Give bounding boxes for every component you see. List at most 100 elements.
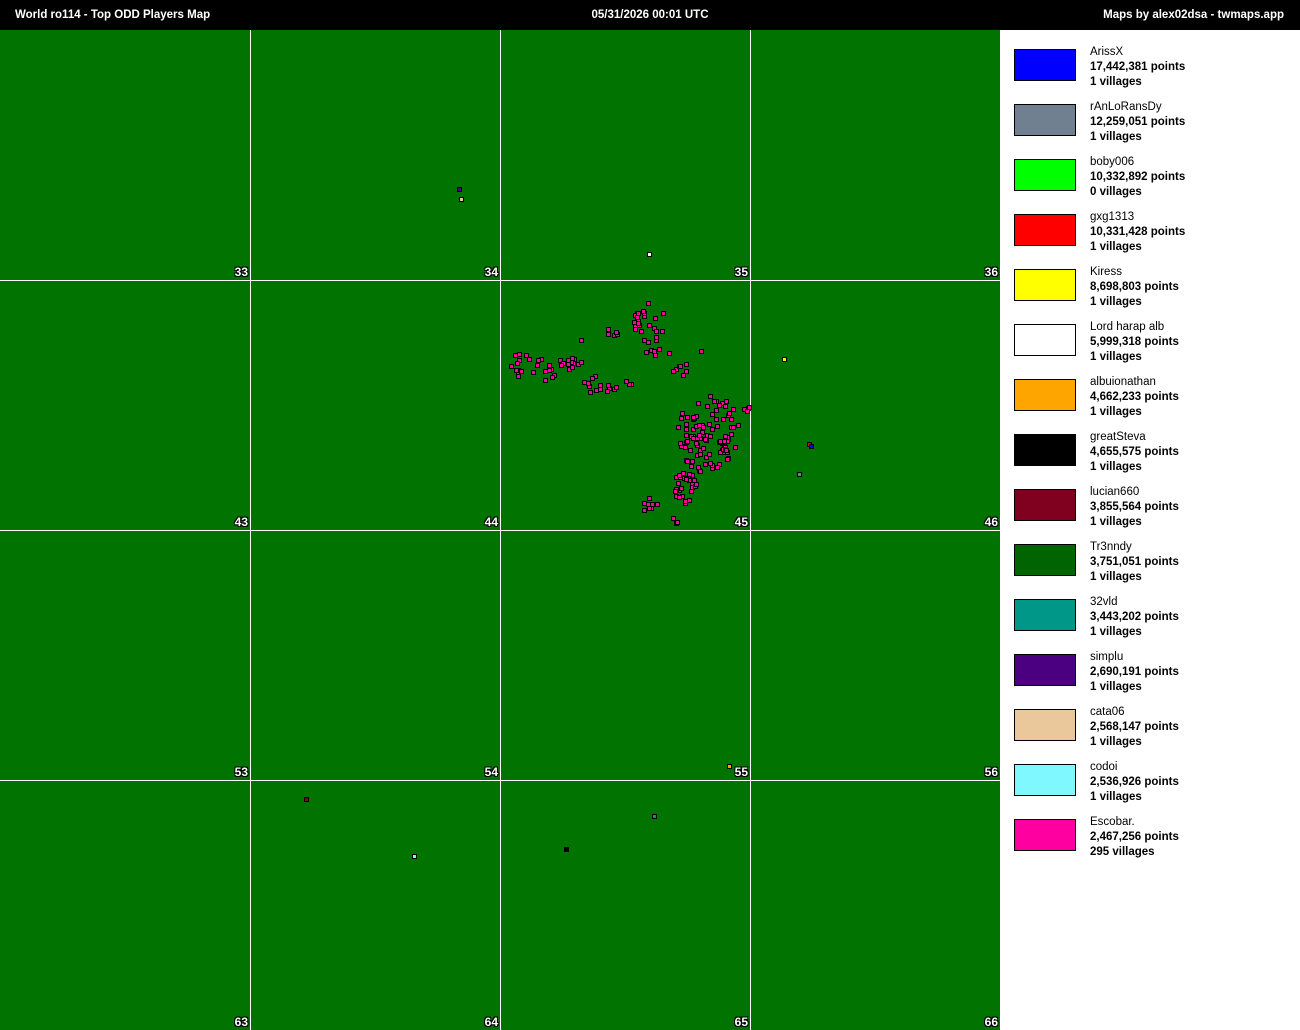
village-marker[interactable] [652, 814, 657, 819]
village-marker[interactable] [457, 187, 462, 192]
village-marker[interactable] [684, 477, 689, 482]
village-marker[interactable] [676, 481, 681, 486]
village-marker[interactable] [690, 459, 695, 464]
village-marker[interactable] [647, 496, 652, 501]
village-marker[interactable] [684, 427, 689, 432]
village-marker[interactable] [667, 351, 672, 356]
village-marker[interactable] [661, 311, 666, 316]
village-marker[interactable] [678, 364, 683, 369]
village-marker[interactable] [723, 404, 728, 409]
village-marker[interactable] [605, 389, 610, 394]
village-marker[interactable] [725, 457, 730, 462]
village-marker[interactable] [543, 369, 548, 374]
village-marker[interactable] [579, 338, 584, 343]
village-marker[interactable] [647, 252, 652, 257]
village-marker[interactable] [543, 378, 548, 383]
village-marker[interactable] [515, 361, 520, 366]
village-marker[interactable] [714, 417, 719, 422]
village-marker[interactable] [677, 495, 682, 500]
village-marker[interactable] [705, 404, 710, 409]
village-marker[interactable] [699, 349, 704, 354]
village-marker[interactable] [653, 316, 658, 321]
village-marker[interactable] [688, 448, 693, 453]
village-marker[interactable] [536, 358, 541, 363]
village-marker[interactable] [685, 415, 690, 420]
village-marker[interactable] [606, 327, 611, 332]
village-marker[interactable] [671, 516, 676, 521]
village-marker[interactable] [733, 445, 738, 450]
village-marker[interactable] [647, 506, 652, 511]
village-marker[interactable] [647, 323, 652, 328]
village-marker[interactable] [606, 383, 611, 388]
village-marker[interactable] [531, 370, 536, 375]
village-marker[interactable] [715, 465, 720, 470]
village-marker[interactable] [689, 464, 694, 469]
village-marker[interactable] [590, 376, 595, 381]
village-marker[interactable] [677, 473, 682, 478]
village-marker[interactable] [639, 329, 644, 334]
village-marker[interactable] [654, 335, 659, 340]
village-marker[interactable] [683, 499, 688, 504]
village-marker[interactable] [636, 311, 641, 316]
village-marker[interactable] [683, 445, 688, 450]
village-marker[interactable] [636, 321, 641, 326]
village-marker[interactable] [527, 357, 532, 362]
village-marker[interactable] [564, 847, 569, 852]
village-marker[interactable] [579, 360, 584, 365]
village-marker[interactable] [727, 411, 732, 416]
village-marker[interactable] [782, 357, 787, 362]
village-marker[interactable] [676, 425, 681, 430]
village-marker[interactable] [535, 363, 540, 368]
village-marker[interactable] [588, 390, 593, 395]
village-marker[interactable] [707, 452, 712, 457]
village-marker[interactable] [550, 375, 555, 380]
village-marker[interactable] [707, 422, 712, 427]
village-marker[interactable] [646, 301, 651, 306]
village-marker[interactable] [717, 403, 722, 408]
village-marker[interactable] [614, 330, 619, 335]
village-marker[interactable] [678, 441, 683, 446]
village-marker[interactable] [586, 381, 591, 386]
village-marker[interactable] [809, 444, 814, 449]
village-marker[interactable] [721, 417, 726, 422]
village-marker[interactable] [727, 764, 732, 769]
village-marker[interactable] [697, 433, 702, 438]
village-marker[interactable] [679, 416, 684, 421]
village-marker[interactable] [724, 448, 729, 453]
village-marker[interactable] [624, 379, 629, 384]
village-marker[interactable] [559, 363, 564, 368]
village-marker[interactable] [598, 387, 603, 392]
village-marker[interactable] [698, 452, 703, 457]
village-marker[interactable] [684, 362, 689, 367]
village-marker[interactable] [516, 374, 521, 379]
village-marker[interactable] [718, 439, 723, 444]
village-marker[interactable] [708, 461, 713, 466]
village-marker[interactable] [606, 332, 611, 337]
village-marker[interactable] [641, 309, 646, 314]
village-marker[interactable] [681, 373, 686, 378]
village-marker[interactable] [671, 369, 676, 374]
village-marker[interactable] [657, 347, 662, 352]
village-marker[interactable] [412, 854, 417, 859]
village-marker[interactable] [696, 401, 701, 406]
village-marker[interactable] [694, 482, 699, 487]
village-marker[interactable] [459, 197, 464, 202]
village-marker[interactable] [684, 433, 689, 438]
village-marker[interactable] [655, 502, 660, 507]
village-marker[interactable] [701, 446, 706, 451]
village-marker[interactable] [679, 486, 684, 491]
village-marker[interactable] [646, 340, 651, 345]
village-marker[interactable] [708, 434, 713, 439]
village-marker[interactable] [712, 399, 717, 404]
village-marker[interactable] [797, 472, 802, 477]
village-marker[interactable] [745, 409, 750, 414]
village-marker[interactable] [660, 329, 665, 334]
village-marker[interactable] [715, 424, 720, 429]
village-marker[interactable] [710, 412, 715, 417]
village-marker[interactable] [710, 427, 715, 432]
village-marker[interactable] [513, 353, 518, 358]
village-marker[interactable] [696, 465, 701, 470]
village-marker[interactable] [694, 441, 699, 446]
world-map[interactable]: 33 34 35 36 43 44 45 46 53 54 55 56 63 64 65 66 [0, 30, 1000, 1030]
village-marker[interactable] [729, 417, 734, 422]
